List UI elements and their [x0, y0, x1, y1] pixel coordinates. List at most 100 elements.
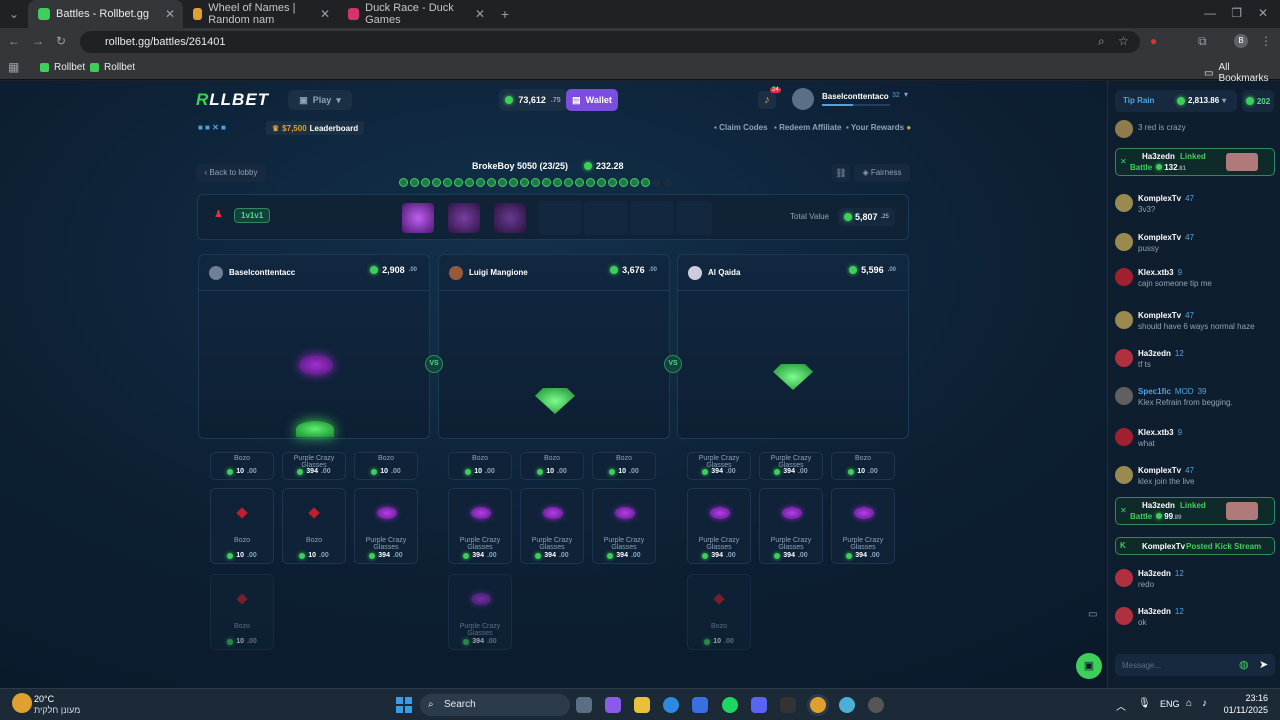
close-icon[interactable]: ✕ — [475, 7, 485, 21]
task-view-icon[interactable] — [576, 697, 592, 713]
link-icon[interactable]: ⛓ — [832, 164, 850, 182]
stream-post[interactable]: K KomplexTv Posted Kick Stream — [1115, 537, 1275, 555]
taskbar-search[interactable]: ⌕ Search — [420, 694, 570, 716]
user-avatar[interactable] — [792, 88, 814, 110]
chat-username[interactable]: Ha3zedn 12 — [1138, 349, 1184, 358]
tab-duck[interactable]: Duck Race - Duck Games ✕ — [338, 0, 493, 28]
copilot-icon[interactable] — [605, 697, 621, 713]
minimize-icon[interactable]: — — [1204, 6, 1216, 20]
bookmark-rollbet[interactable]: Rollbet — [40, 62, 85, 73]
avatar[interactable] — [1115, 268, 1133, 286]
profile-avatar[interactable]: B — [1234, 34, 1248, 48]
app-icon[interactable] — [868, 697, 884, 713]
avatar[interactable] — [1115, 233, 1133, 251]
close-icon[interactable]: ✕ — [165, 7, 175, 21]
your-rewards-link[interactable]: ▪ Your Rewards ● — [846, 123, 911, 132]
menu-icon[interactable]: ⋮ — [1260, 34, 1272, 48]
claim-codes-link[interactable]: ▪ Claim Codes — [714, 123, 768, 132]
notification-bell-icon[interactable]: ♪ — [758, 91, 776, 109]
avatar[interactable] — [1115, 194, 1133, 212]
tray-chevron-icon[interactable]: ︿ — [1116, 698, 1126, 713]
avatar[interactable] — [1115, 466, 1133, 484]
linked-battle[interactable]: ✕ Ha3zedn Linked Battle 132.81 — [1115, 148, 1275, 176]
chat-input[interactable]: Message... — [1122, 661, 1161, 670]
avatar[interactable] — [1115, 387, 1133, 405]
extension-icon[interactable]: ● — [1150, 34, 1157, 48]
url-input[interactable]: rollbet.gg/battles/261401 — [80, 31, 1140, 53]
app-icon[interactable] — [839, 697, 855, 713]
chat-username[interactable]: KomplexTv 47 — [1138, 311, 1194, 320]
close-icon[interactable]: ✕ — [320, 7, 330, 21]
leaderboard-label: Leaderboard — [309, 123, 359, 133]
tab-battles[interactable]: Battles - Rollbet.gg ✕ — [28, 0, 183, 28]
linked-battle[interactable]: ✕ Ha3zedn Linked Battle 99.89 — [1115, 497, 1275, 525]
case-icon[interactable] — [448, 203, 480, 233]
tab-wheel[interactable]: Wheel of Names | Random nam ✕ — [183, 0, 338, 28]
leaderboard-button[interactable]: ♛ $7,500 Leaderboard — [266, 121, 365, 135]
chat-username[interactable]: Klex.xtb3 9 — [1138, 268, 1182, 277]
restore-icon[interactable]: ❐ — [1231, 6, 1242, 20]
item-price-cents: .00 — [247, 638, 257, 645]
language-indicator[interactable]: ENG — [1160, 699, 1180, 709]
close-window-icon[interactable]: ✕ — [1258, 6, 1268, 20]
chrome-icon[interactable] — [810, 697, 826, 713]
network-icon[interactable]: ⌂ — [1186, 698, 1192, 709]
case-icon[interactable] — [494, 203, 526, 233]
globe-icon[interactable]: ◍ — [1239, 658, 1249, 671]
bookmark-star-icon[interactable]: ☆ — [1118, 34, 1129, 48]
back-to-lobby-button[interactable]: ‹ Back to lobby — [196, 164, 266, 182]
back-icon[interactable]: ← — [8, 34, 20, 48]
discord-icon[interactable] — [751, 697, 767, 713]
support-chat-icon[interactable]: ▣ — [1076, 653, 1102, 679]
avatar[interactable] — [1115, 607, 1133, 625]
chevron-down-icon[interactable]: ▾ — [904, 90, 908, 99]
microphone-icon[interactable]: 🎙 — [1138, 698, 1151, 709]
chat-username[interactable]: Klex.xtb3 9 — [1138, 428, 1182, 437]
gem-icon — [704, 638, 711, 645]
social-icons[interactable]: ■ ■ ✕ ■ — [198, 123, 226, 132]
username[interactable]: Baselconttentaco — [822, 92, 889, 101]
volume-icon[interactable]: ♪ — [1202, 698, 1207, 709]
fairness-button[interactable]: ◈ Fairness — [854, 164, 910, 182]
windows-start-icon[interactable] — [396, 697, 412, 713]
balance-display[interactable]: 73,612 .75 — [499, 89, 567, 111]
case-icon[interactable] — [402, 203, 434, 233]
play-button[interactable]: ▣ Play ▾ — [288, 90, 352, 110]
item-card: Bozo 10.00 — [282, 488, 346, 564]
chat-username[interactable]: KomplexTv 47 — [1138, 466, 1194, 475]
avatar[interactable] — [1115, 428, 1133, 446]
tip-rain-box[interactable]: Tip Rain 2,813.86 ▾ — [1115, 90, 1237, 112]
clock-date[interactable]: 01/11/2025 — [1214, 705, 1268, 715]
wallet-button[interactable]: ▤ Wallet — [566, 89, 618, 111]
avatar[interactable] — [1115, 120, 1133, 138]
chat-username[interactable]: KomplexTv 47 — [1138, 194, 1194, 203]
total-value-label: Total Value — [790, 212, 829, 221]
chat-username[interactable]: Spec1fic MOD 39 — [1138, 387, 1206, 396]
extensions-icon[interactable]: ⧉ — [1198, 34, 1207, 49]
chat-username[interactable]: Ha3zedn 12 — [1138, 569, 1184, 578]
redeem-affiliate-link[interactable]: ▪ Redeem Affiliate — [774, 123, 841, 132]
avatar[interactable] — [1115, 569, 1133, 587]
store-icon[interactable] — [692, 697, 708, 713]
tab-search-icon[interactable]: ⌄ — [0, 7, 28, 21]
clock-time[interactable]: 23:16 — [1226, 693, 1268, 703]
send-icon[interactable]: ➤ — [1259, 658, 1268, 671]
reload-icon[interactable]: ↻ — [56, 34, 66, 48]
edge-icon[interactable] — [663, 697, 679, 713]
rollbet-logo[interactable]: RLLBET — [196, 90, 269, 110]
chat-toggle-icon[interactable]: ▭ — [1088, 609, 1102, 623]
chat-username[interactable]: KomplexTv 47 — [1138, 233, 1194, 242]
bookmark-rollbet-2[interactable]: Rollbet — [90, 62, 135, 73]
weather-icon[interactable] — [12, 693, 32, 713]
avatar[interactable] — [1115, 349, 1133, 367]
purple-glasses-item-icon — [615, 507, 635, 519]
forward-icon[interactable]: → — [32, 34, 44, 48]
zoom-icon[interactable]: ⌕ — [1098, 34, 1105, 49]
file-explorer-icon[interactable] — [634, 697, 650, 713]
apps-icon[interactable]: ▦ — [8, 60, 19, 74]
epic-games-icon[interactable] — [780, 697, 796, 713]
chat-username[interactable]: Ha3zedn 12 — [1138, 607, 1184, 616]
avatar[interactable] — [1115, 311, 1133, 329]
spotify-icon[interactable] — [722, 697, 738, 713]
new-tab-button[interactable]: + — [493, 6, 517, 22]
